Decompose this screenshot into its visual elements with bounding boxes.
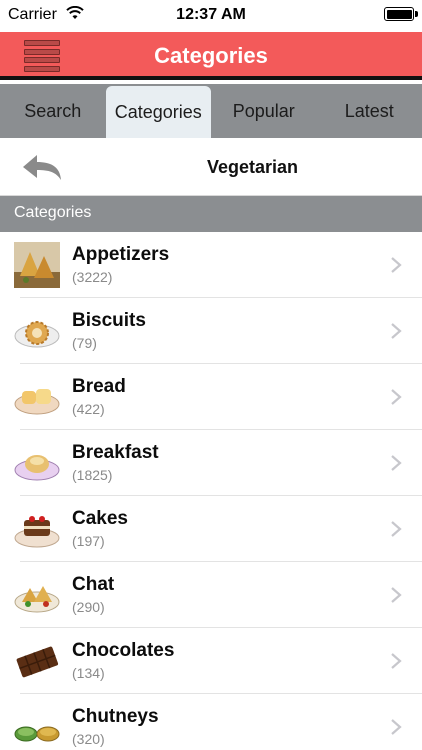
list-item-name: Chutneys (72, 706, 159, 727)
list-item-chocolates[interactable]: Chocolates (134) (0, 628, 422, 694)
list-item-chutneys[interactable]: Chutneys (320) (0, 694, 422, 750)
tab-latest[interactable]: Latest (317, 84, 422, 138)
appetizers-thumb-icon (14, 242, 60, 288)
list-item-name: Cakes (72, 508, 128, 529)
list-item-name: Bread (72, 376, 126, 397)
chutneys-thumb-icon (14, 726, 60, 742)
list-item-count: (3222) (72, 269, 113, 285)
biscuits-thumb-icon (14, 321, 60, 348)
list-item-breakfast[interactable]: Breakfast (1825) (0, 430, 422, 496)
list-item-name: Biscuits (72, 310, 146, 331)
category-list: Appetizers (3222) Biscuits (79) Bread (4… (0, 232, 422, 750)
chevron-right-icon (391, 455, 402, 471)
chocolates-thumb-icon (16, 646, 59, 678)
list-item-count: (290) (72, 599, 105, 615)
list-item-count: (197) (72, 533, 105, 549)
list-item-count: (134) (72, 665, 105, 681)
bread-thumb-icon (14, 389, 60, 415)
chevron-right-icon (391, 719, 402, 735)
status-bar: Carrier 12:37 AM (0, 0, 422, 32)
chevron-right-icon (391, 389, 402, 405)
list-item-name: Breakfast (72, 442, 159, 463)
chevron-right-icon (391, 587, 402, 603)
sub-header: Vegetarian (0, 138, 422, 196)
list-item-chat[interactable]: Chat (290) (0, 562, 422, 628)
list-item-appetizers[interactable]: Appetizers (3222) (0, 232, 422, 298)
list-item-cakes[interactable]: Cakes (197) (0, 496, 422, 562)
tab-bar: Search Categories Popular Latest (0, 84, 422, 138)
list-item-biscuits[interactable]: Biscuits (79) (0, 298, 422, 364)
list-item-count: (79) (72, 335, 97, 351)
nav-bar: Categories (0, 32, 422, 80)
chevron-right-icon (391, 653, 402, 669)
tab-search[interactable]: Search (0, 84, 106, 138)
clock: 12:37 AM (176, 6, 246, 23)
list-item-name: Chocolates (72, 640, 175, 661)
tab-categories[interactable]: Categories (105, 86, 211, 138)
chevron-right-icon (391, 257, 402, 273)
cakes-thumb-icon (14, 516, 60, 548)
breakfast-thumb-icon (14, 455, 60, 481)
list-item-count: (320) (72, 731, 105, 747)
list-item-count: (422) (72, 401, 105, 417)
list-item-name: Appetizers (72, 244, 170, 265)
section-header: Categories (0, 196, 422, 232)
section-title: Categories (14, 204, 92, 221)
battery-icon (384, 7, 418, 21)
page-title: Categories (154, 43, 268, 68)
chevron-right-icon (391, 521, 402, 537)
sub-title: Vegetarian (206, 157, 299, 177)
chat-thumb-icon (14, 586, 60, 613)
list-item-bread[interactable]: Bread (422) (0, 364, 422, 430)
list-item-count: (1825) (72, 467, 113, 483)
list-item-name: Chat (72, 574, 115, 595)
chevron-right-icon (391, 323, 402, 339)
tab-popular[interactable]: Popular (211, 84, 317, 138)
